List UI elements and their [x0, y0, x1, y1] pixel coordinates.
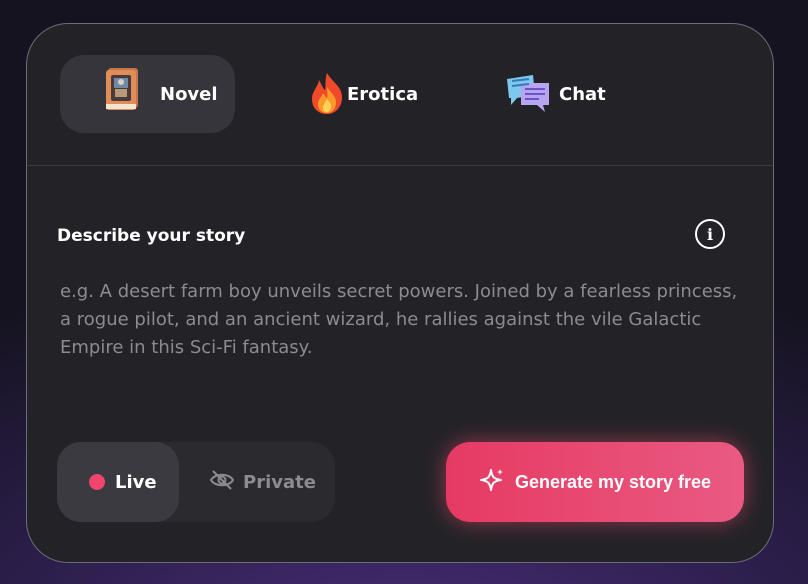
tab-label: Chat: [559, 83, 606, 105]
visibility-private-option[interactable]: Private: [209, 442, 335, 522]
private-label: Private: [243, 471, 316, 493]
generate-button-label: Generate my story free: [514, 471, 712, 492]
live-label: Live: [115, 471, 157, 493]
tab-erotica[interactable]: Erotica: [289, 55, 439, 133]
eye-off-icon: [209, 469, 243, 496]
live-dot-icon: [89, 474, 105, 490]
sparkle-icon: [479, 467, 515, 498]
tab-label: Erotica: [347, 83, 419, 105]
visibility-live-option[interactable]: Live: [57, 442, 179, 522]
tab-novel[interactable]: Novel: [60, 55, 235, 133]
book-icon: [102, 64, 144, 117]
visibility-toggle: Live Private: [57, 442, 335, 522]
story-description-label: Describe your story: [57, 226, 246, 246]
chat-bubbles-icon: [503, 71, 555, 120]
fire-icon: [307, 71, 347, 120]
mode-tabs: Novel Erotica Chat: [27, 24, 773, 166]
tab-label: Novel: [160, 83, 218, 105]
info-icon[interactable]: i: [695, 219, 725, 249]
story-generator-card: Novel Erotica Chat Describe your story i…: [26, 23, 774, 563]
generate-story-button[interactable]: Generate my story free: [446, 442, 744, 522]
story-description-input[interactable]: [60, 278, 740, 388]
tab-chat[interactable]: Chat: [497, 55, 627, 133]
